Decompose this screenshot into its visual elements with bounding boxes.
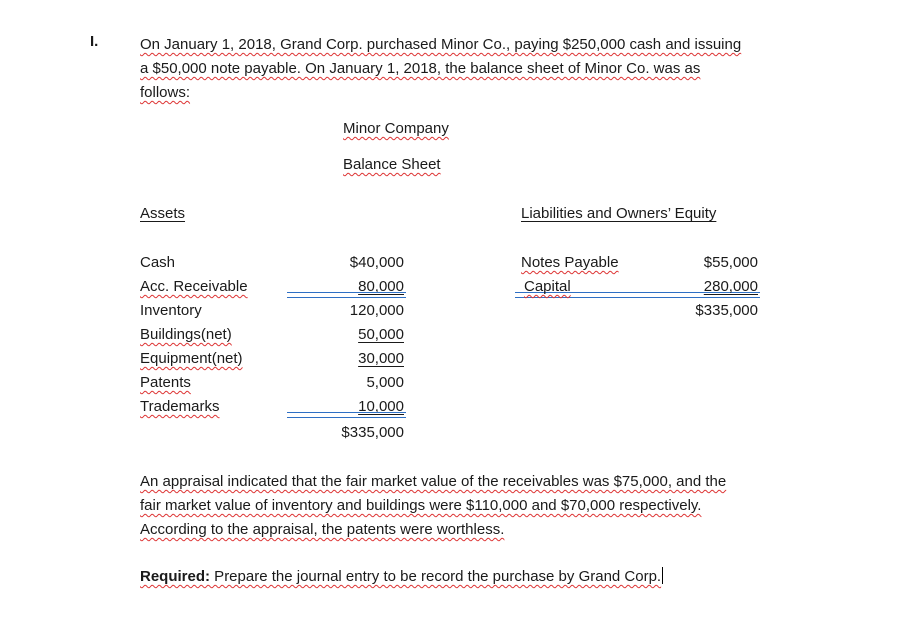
assets-total: $335,000 <box>341 424 404 441</box>
intro-paragraph: On January 1, 2018, Grand Corp. purchase… <box>140 33 820 105</box>
asset-label-cash: Cash <box>140 254 176 271</box>
asset-value-equipment: 30,000 <box>358 350 404 367</box>
intro-line-1: On January 1, 2018, Grand Corp. purchase… <box>140 36 742 53</box>
liability-label-capital: Capital <box>524 278 571 295</box>
asset-label-equipment: Equipment(net) <box>140 350 243 367</box>
asset-label-patents: Patents <box>140 374 191 391</box>
asset-value-inventory: 120,000 <box>349 302 404 319</box>
appraisal-paragraph: An appraisal indicated that the fair mar… <box>140 470 820 542</box>
appraisal-line-2: fair market value of inventory and build… <box>140 497 702 514</box>
asset-label-inventory: Inventory <box>140 302 202 319</box>
required-text: Prepare the journal entry to be record t… <box>210 568 662 585</box>
problem-number: I. <box>90 33 99 50</box>
intro-line-2: a $50,000 note payable. On January 1, 20… <box>140 60 701 77</box>
asset-value-patents: 5,000 <box>366 374 404 391</box>
liabilities-total: $335,000 <box>695 302 758 319</box>
liability-label-notes-payable: Notes Payable <box>521 254 619 271</box>
company-name: Minor Company <box>343 120 449 137</box>
liability-value-capital: 280,000 <box>703 278 758 295</box>
required-line[interactable]: Required: Prepare the journal entry to b… <box>140 567 664 585</box>
asset-label-buildings: Buildings(net) <box>140 326 232 343</box>
intro-line-3: follows: <box>140 84 191 101</box>
text-cursor <box>662 567 664 584</box>
asset-label-receivable: Acc. Receivable <box>140 278 248 295</box>
asset-label-trademarks: Trademarks <box>140 398 220 415</box>
appraisal-line-3: According to the appraisal, the patents … <box>140 521 505 538</box>
asset-value-cash: $40,000 <box>349 254 404 271</box>
table-border <box>287 412 406 418</box>
assets-header: Assets <box>140 205 186 222</box>
required-label: Required: <box>140 568 211 585</box>
appraisal-line-1: An appraisal indicated that the fair mar… <box>140 473 727 490</box>
liabilities-header: Liabilities and Owners’ Equity <box>521 205 717 222</box>
asset-value-buildings: 50,000 <box>358 326 404 343</box>
liability-value-notes-payable: $55,000 <box>703 254 758 271</box>
statement-title: Balance Sheet <box>343 156 441 173</box>
table-border <box>287 292 406 298</box>
